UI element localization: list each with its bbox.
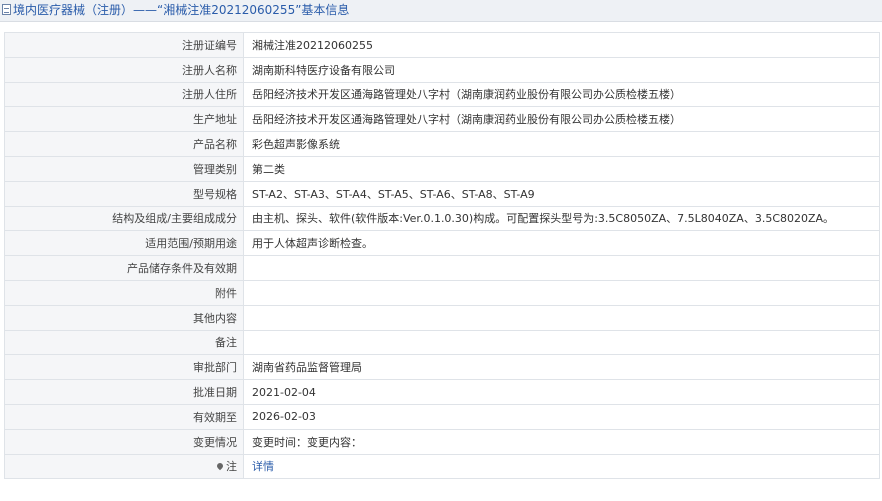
row-value (243, 329, 880, 356)
table-row: 注册人住所 岳阳经济技术开发区通海路管理处八字村（湖南康润药业股份有限公司办公质… (4, 81, 880, 108)
row-value: 2021-02-04 (243, 379, 880, 405)
page-header: 境内医疗器械（注册）——“湘械注准20212060255”基本信息 (0, 0, 882, 22)
row-label: 其他内容 (4, 304, 244, 331)
row-label: 有效期至 (4, 403, 244, 430)
row-label: 生产地址 (4, 106, 244, 133)
table-row: 适用范围/预期用途 用于人体超声诊断检查。 (4, 230, 880, 257)
table-row: 结构及组成/主要组成成分 由主机、探头、软件(软件版本:Ver.0.1.0.30… (4, 205, 880, 232)
row-value: 变更时间：变更内容： (243, 428, 880, 455)
table-row: 审批部门 湖南省药品监督管理局 (4, 354, 880, 381)
row-value: 湖南斯科特医疗设备有限公司 (243, 56, 880, 83)
note-label: 注 (226, 460, 237, 474)
row-value: 湘械注准20212060255 (243, 32, 880, 58)
row-label: 结构及组成/主要组成成分 (4, 205, 244, 232)
table-row: 产品名称 彩色超声影像系统 (4, 131, 880, 157)
row-value (243, 279, 880, 306)
table-row: 变更情况 变更时间：变更内容： (4, 428, 880, 455)
table-row: 注册人名称 湖南斯科特医疗设备有限公司 (4, 56, 880, 83)
row-label: 型号规格 (4, 180, 244, 207)
row-label: 产品储存条件及有效期 (4, 255, 244, 281)
row-label: 注册证编号 (4, 32, 244, 58)
row-label: 审批部门 (4, 354, 244, 381)
table-row: 附件 (4, 279, 880, 306)
info-table: 注册证编号 湘械注准20212060255 注册人名称 湖南斯科特医疗设备有限公… (4, 32, 880, 480)
row-value: 由主机、探头、软件(软件版本:Ver.0.1.0.30)构成。可配置探头型号为:… (243, 205, 880, 232)
table-row: 型号规格 ST-A2、ST-A3、ST-A4、ST-A5、ST-A6、ST-A8… (4, 180, 880, 207)
row-value: 用于人体超声诊断检查。 (243, 230, 880, 257)
table-row: 产品储存条件及有效期 (4, 255, 880, 281)
table-row: 备注 (4, 329, 880, 356)
row-value (243, 255, 880, 281)
note-row: 注 详情 (4, 453, 880, 480)
row-value: 岳阳经济技术开发区通海路管理处八字村（湖南康润药业股份有限公司办公质检楼五楼） (243, 106, 880, 133)
row-label: 附件 (4, 279, 244, 306)
table-row: 其他内容 (4, 304, 880, 331)
row-label: 变更情况 (4, 428, 244, 455)
table-row: 批准日期 2021-02-04 (4, 379, 880, 405)
row-value: 第二类 (243, 155, 880, 182)
row-label: 管理类别 (4, 155, 244, 182)
row-value: ST-A2、ST-A3、ST-A4、ST-A5、ST-A6、ST-A8、ST-A… (243, 180, 880, 207)
table-row: 生产地址 岳阳经济技术开发区通海路管理处八字村（湖南康润药业股份有限公司办公质检… (4, 106, 880, 133)
row-value: 岳阳经济技术开发区通海路管理处八字村（湖南康润药业股份有限公司办公质检楼五楼） (243, 81, 880, 108)
note-label-cell: 注 (4, 453, 244, 480)
page-title: 境内医疗器械（注册）——“湘械注准20212060255”基本信息 (13, 3, 350, 17)
row-value (243, 304, 880, 331)
row-label: 注册人名称 (4, 56, 244, 83)
row-value: 2026-02-03 (243, 403, 880, 430)
row-value: 湖南省药品监督管理局 (243, 354, 880, 381)
row-label: 注册人住所 (4, 81, 244, 108)
location-pin-icon (215, 462, 225, 471)
table-row: 注册证编号 湘械注准20212060255 (4, 32, 880, 58)
table-row: 管理类别 第二类 (4, 155, 880, 182)
row-label: 备注 (4, 329, 244, 356)
row-value: 彩色超声影像系统 (243, 131, 880, 157)
table-row: 有效期至 2026-02-03 (4, 403, 880, 430)
detail-link[interactable]: 详情 (252, 460, 274, 473)
row-label: 适用范围/预期用途 (4, 230, 244, 257)
row-label: 产品名称 (4, 131, 244, 157)
document-icon (2, 4, 11, 15)
row-label: 批准日期 (4, 379, 244, 405)
note-value-cell: 详情 (243, 453, 880, 480)
